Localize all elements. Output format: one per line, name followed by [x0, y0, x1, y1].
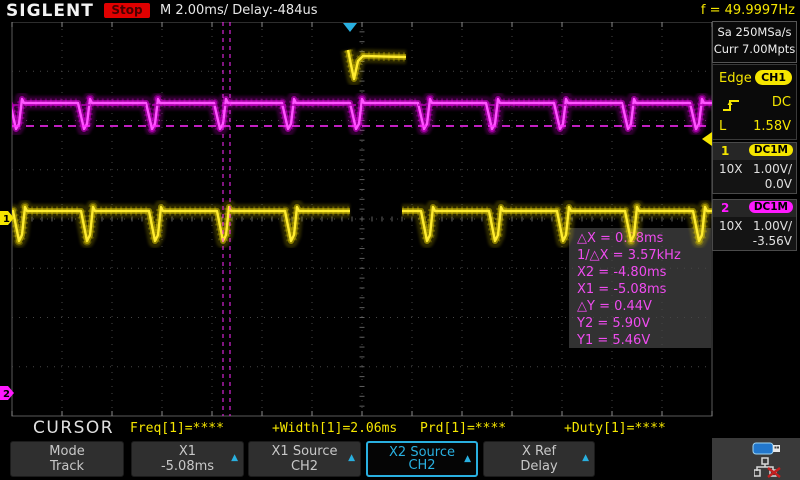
memory-depth: Curr 7.00Mpts — [713, 42, 796, 56]
cursor-x1: X1 = -5.08ms — [569, 281, 711, 298]
measurement-width: +Width[1]=2.06ms — [272, 421, 397, 436]
softkey-x2-source[interactable]: X2 Source CH2 — [366, 441, 478, 477]
channel-2-probe: 10X — [719, 219, 743, 233]
frequency-counter: f = 49.9997Hz — [701, 3, 795, 18]
channel-1-number: 1 — [721, 144, 729, 158]
channel-2-offset: -3.56V — [753, 234, 792, 248]
sample-rate: Sa 250MSa/s — [713, 25, 796, 39]
channel-1-coupling-badge: DC1M — [749, 144, 793, 156]
trigger-level-value: 1.58V — [753, 119, 791, 134]
measurement-freq: Freq[1]=**** — [130, 421, 224, 436]
channel-2-coupling-badge: DC1M — [749, 201, 793, 213]
acquisition-info-box: Sa 250MSa/s Curr 7.00Mpts — [712, 21, 797, 63]
channel-2-header: 2 DC1M — [713, 200, 796, 217]
up-arrow-icon — [582, 453, 589, 463]
rising-edge-icon — [721, 97, 741, 112]
cursor-y1: Y1 = 5.46V — [569, 332, 711, 349]
ch1-trace — [12, 50, 712, 241]
channel-2-scale: 1.00V/ — [753, 219, 792, 233]
io-status-panel — [712, 438, 800, 480]
oscilloscope-screen: △X = 0.28ms 1/△X = 3.57kHz X2 = -4.80ms … — [0, 0, 800, 480]
graticule — [12, 22, 712, 416]
lan-disconnected-icon — [754, 457, 784, 478]
trigger-position-marker[interactable] — [343, 23, 357, 32]
cursor-delta-x: △X = 0.28ms — [569, 228, 711, 247]
acquisition-status-badge[interactable]: Stop — [104, 3, 150, 18]
usb-icon — [752, 441, 786, 456]
top-bar: SIGLENT Stop M 2.00ms/ Delay:-484us — [0, 0, 800, 22]
channel-1-probe: 10X — [719, 162, 743, 176]
softkey-x1-source[interactable]: X1 Source CH2 — [248, 441, 361, 477]
brand-logo: SIGLENT — [6, 1, 94, 21]
softkey-x-ref[interactable]: X Ref Delay — [483, 441, 595, 477]
cursor-inv-delta-x: 1/△X = 3.57kHz — [569, 247, 711, 264]
active-mode-label: CURSOR — [33, 418, 114, 438]
channel-1-scale: 1.00V/ — [753, 162, 792, 176]
trigger-info-box[interactable]: Edge CH1 DC L 1.58V — [712, 64, 797, 140]
ch1-zero-marker[interactable]: 1 — [0, 211, 14, 225]
ch2-zero-marker[interactable]: 2 — [0, 386, 14, 400]
timebase-readout: M 2.00ms/ Delay:-484us — [160, 3, 317, 18]
channel-1-info-box[interactable]: 1 DC1M 10X 1.00V/ 0.0V — [712, 142, 797, 194]
measurement-duty: +Duty[1]=**** — [564, 421, 666, 436]
softkey-x1[interactable]: X1 -5.08ms — [131, 441, 244, 477]
cursor-y2: Y2 = 5.90V — [569, 315, 711, 332]
channel-2-info-box[interactable]: 2 DC1M 10X 1.00V/ -3.56V — [712, 199, 797, 251]
trigger-level-marker[interactable] — [702, 132, 712, 146]
svg-text:2: 2 — [3, 389, 10, 400]
channel-1-offset: 0.0V — [765, 177, 792, 191]
softkey-mode[interactable]: Mode Track — [10, 441, 124, 477]
trigger-coupling: DC — [772, 95, 791, 110]
trigger-source-badge: CH1 — [755, 70, 792, 85]
svg-text:1: 1 — [3, 214, 10, 225]
cursor-x2: X2 = -4.80ms — [569, 264, 711, 281]
trigger-type: Edge — [719, 71, 752, 86]
up-arrow-icon — [231, 453, 238, 463]
cursor-readout-panel: △X = 0.28ms 1/△X = 3.57kHz X2 = -4.80ms … — [569, 228, 711, 348]
ch2-trace — [10, 99, 712, 129]
cursor-delta-y: △Y = 0.44V — [569, 298, 711, 315]
channel-2-number: 2 — [721, 201, 729, 215]
channel-1-header: 1 DC1M — [713, 143, 796, 160]
up-arrow-icon — [348, 453, 355, 463]
trigger-level-label: L — [719, 119, 726, 134]
measurement-period: Prd[1]=**** — [420, 421, 506, 436]
up-arrow-icon — [464, 454, 471, 464]
